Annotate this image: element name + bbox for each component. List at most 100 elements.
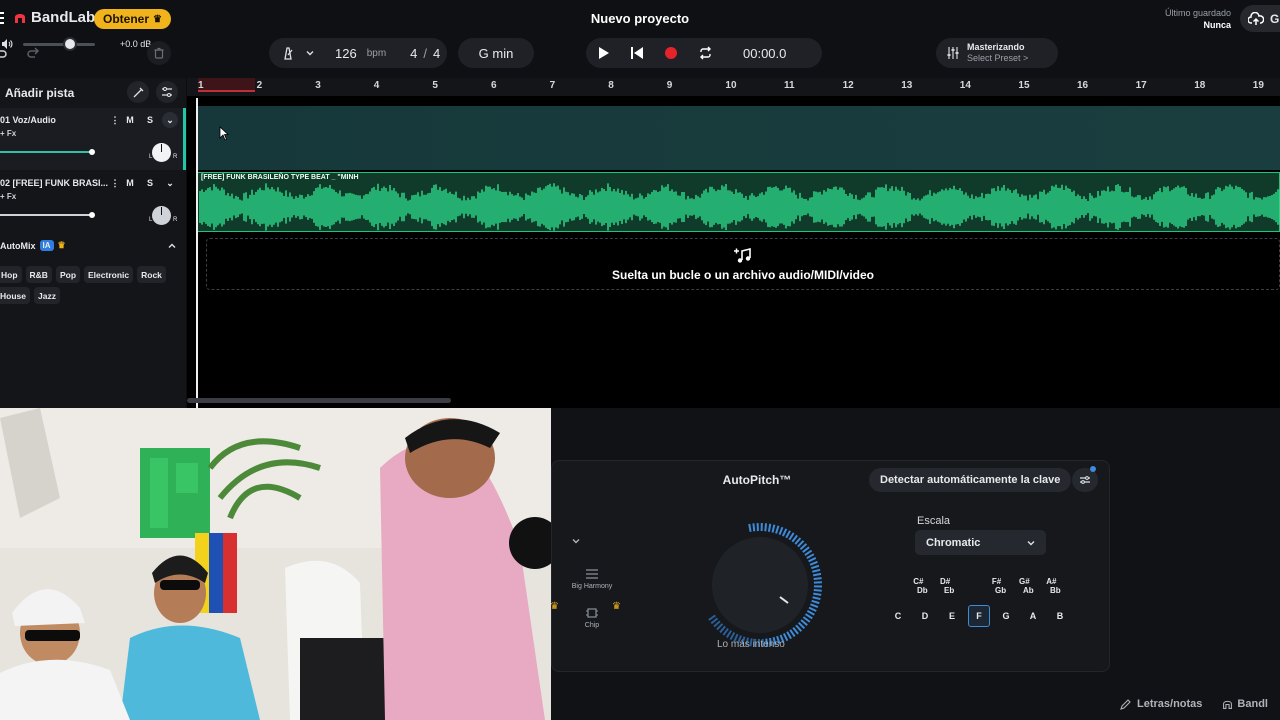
note-button[interactable]: F (968, 605, 990, 627)
tuning-fork-button[interactable] (127, 81, 149, 103)
note-button[interactable]: B (1049, 605, 1071, 627)
sharp-note-button[interactable]: G# Ab (1015, 577, 1034, 595)
key-selector[interactable]: G min (458, 38, 534, 68)
ruler-bar-number[interactable]: 5 (432, 80, 438, 91)
genre-chip[interactable]: Hop (0, 266, 22, 283)
track-volume-slider[interactable] (0, 149, 95, 155)
chevron-down-icon[interactable] (570, 535, 582, 547)
ruler-bar-number[interactable]: 11 (784, 80, 795, 91)
add-fx-button[interactable]: + Fx (0, 192, 16, 201)
track-settings-button[interactable] (156, 81, 178, 103)
track-menu-icon[interactable]: ⋮ (111, 112, 120, 128)
ruler-bar-number[interactable]: 7 (550, 80, 556, 91)
mastering-button[interactable]: Masterizando Select Preset > (936, 38, 1058, 68)
brand-logo[interactable]: BandLab (0, 9, 95, 26)
bandlab-button[interactable]: Bandl (1222, 698, 1268, 710)
volume-slider[interactable] (23, 36, 95, 51)
audio-clip-beat[interactable]: [FREE] FUNK BRASILEÑO TYPE BEAT _ "MINH (197, 172, 1280, 232)
add-track-button[interactable]: Añadir pista (5, 86, 74, 100)
ruler-bar-number[interactable]: 4 (374, 80, 380, 91)
ruler-bar-number[interactable]: 18 (1194, 80, 1205, 91)
drop-zone[interactable]: Suelta un bucle o un archivo audio/MIDI/… (206, 238, 1280, 290)
lyrics-button[interactable]: Letras/notas (1120, 698, 1202, 710)
ruler-bar-number[interactable]: 12 (843, 80, 854, 91)
record-icon[interactable] (664, 46, 678, 60)
genre-chip[interactable]: Jazz (33, 287, 60, 304)
ruler-bar-number[interactable]: 16 (1077, 80, 1088, 91)
track-name[interactable]: 02 [FREE] FUNK BRASI... (0, 178, 108, 188)
ruler-bar-number[interactable]: 6 (491, 80, 497, 91)
menu-icon[interactable] (0, 11, 4, 24)
knob-tick (808, 606, 817, 612)
metronome-icon[interactable] (281, 46, 295, 60)
track-menu-icon[interactable]: ⋮ (111, 175, 120, 191)
chevron-down-icon[interactable]: ⌄ (162, 175, 178, 191)
chevron-down-icon[interactable]: ⌄ (162, 112, 178, 128)
note-button[interactable]: A (1022, 605, 1044, 627)
pan-knob[interactable] (152, 206, 171, 225)
ruler-bar-number[interactable]: 1 (198, 80, 204, 91)
timeline-ruler[interactable]: 1 2 3 4 5 6 7 8 9 10 11 12 13 14 15 16 17 18 19 (187, 78, 1280, 96)
playhead[interactable] (196, 98, 198, 408)
mute-button[interactable]: M (122, 112, 138, 128)
ruler-bar-number[interactable]: 17 (1136, 80, 1147, 91)
intensity-knob[interactable] (694, 519, 826, 651)
pan-knob[interactable] (152, 143, 171, 162)
genre-chip[interactable]: House (0, 287, 30, 304)
ruler-bar-number[interactable]: 15 (1018, 80, 1029, 91)
solo-button[interactable]: S (142, 175, 158, 191)
ruler-bar-number[interactable]: 10 (725, 80, 736, 91)
horizontal-scrollbar[interactable] (187, 398, 451, 403)
save-cloud-button[interactable]: Gu (1240, 5, 1280, 32)
tempo-group: 126 bpm 4 / 4 (269, 38, 447, 68)
mute-button[interactable]: M (122, 175, 138, 191)
effect-big-harmony[interactable]: Big Harmony (564, 567, 620, 603)
play-icon[interactable] (598, 46, 610, 60)
sharp-note-button[interactable]: A# Bb (1042, 577, 1060, 595)
ruler-bar-number[interactable]: 14 (960, 80, 971, 91)
knob-body[interactable] (712, 537, 808, 633)
chevron-up-icon[interactable] (167, 241, 177, 251)
ruler-bar-number[interactable]: 2 (257, 80, 263, 91)
mouse-cursor-icon (219, 126, 229, 141)
get-membership-button[interactable]: Obtener ♛ (94, 9, 171, 29)
time-signature[interactable]: 4 / 4 (410, 46, 440, 61)
note-button[interactable]: C (887, 605, 909, 627)
scale-dropdown[interactable]: Chromatic (915, 530, 1046, 555)
ruler-bar-number[interactable]: 13 (901, 80, 912, 91)
sharp-note-button[interactable]: C# Db (909, 577, 927, 595)
ruler-bar-number[interactable]: 19 (1253, 80, 1264, 91)
trash-button[interactable] (147, 41, 171, 65)
tempo-value[interactable]: 126 (335, 46, 357, 61)
track-name[interactable]: 01 Voz/Audio (0, 115, 56, 125)
volume-slider-knob[interactable] (62, 36, 77, 51)
genre-chip[interactable]: Rock (137, 266, 166, 283)
loop-region[interactable] (198, 78, 255, 92)
skip-to-start-icon[interactable] (630, 46, 644, 60)
sharp-note-button[interactable]: D# Eb (936, 577, 954, 595)
solo-button[interactable]: S (142, 112, 158, 128)
track-row-voice[interactable]: 01 Voz/Audio + Fx ⋮ M S ⌄ L R (0, 108, 186, 170)
genre-chip[interactable]: R&B (25, 266, 52, 283)
add-fx-button[interactable]: + Fx (0, 129, 16, 138)
ruler-bar-number[interactable]: 3 (315, 80, 321, 91)
detect-key-button[interactable]: Detectar automáticamente la clave (869, 468, 1072, 492)
note-button[interactable]: D (914, 605, 936, 627)
track-row-beat[interactable]: 02 [FREE] FUNK BRASI... + Fx ⋮ M S ⌄ L R (0, 171, 186, 233)
undo-icon[interactable] (0, 46, 8, 60)
chevron-down-icon[interactable] (305, 48, 315, 58)
sharp-note-button[interactable]: F# Gb (987, 577, 1006, 595)
redo-icon[interactable] (26, 46, 40, 60)
note-button[interactable]: E (941, 605, 963, 627)
track-lane-voice[interactable] (197, 106, 1280, 170)
genre-chip[interactable]: Pop (55, 266, 81, 283)
volume-db-readout: +0.0 dB (120, 39, 152, 49)
autopitch-settings-button[interactable] (1072, 466, 1098, 492)
track-volume-slider[interactable] (0, 212, 95, 218)
project-title[interactable]: Nuevo proyecto (0, 11, 1280, 26)
loop-icon[interactable] (698, 46, 713, 60)
ruler-bar-number[interactable]: 9 (667, 80, 673, 91)
note-button[interactable]: G (995, 605, 1017, 627)
ruler-bar-number[interactable]: 8 (608, 80, 614, 91)
genre-chip[interactable]: Electronic (84, 266, 134, 283)
